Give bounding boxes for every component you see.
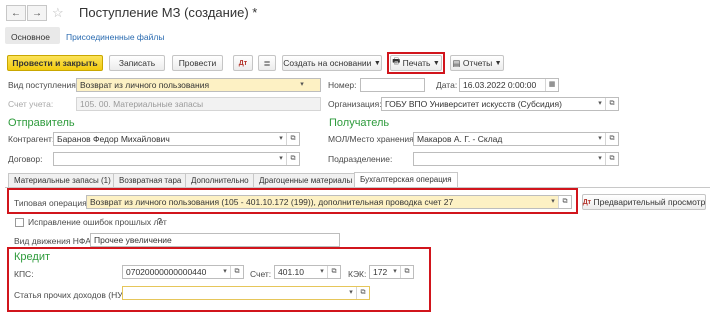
arrow-left-icon: ← bbox=[11, 7, 21, 19]
tab-precious-materials[interactable]: Драгоценные материалы bbox=[253, 173, 359, 187]
dropdown-icon[interactable]: ▾ bbox=[346, 287, 356, 299]
tab-materials[interactable]: Материальные запасы (1) bbox=[8, 173, 117, 187]
nfa-movement-label: Вид движения НФА: bbox=[14, 236, 94, 246]
back-button[interactable]: ← bbox=[6, 5, 26, 21]
number-field[interactable] bbox=[360, 78, 425, 92]
reports-button[interactable]: ▤ Отчеты ▼ bbox=[450, 55, 504, 71]
contract-field[interactable]: ▾ ⧉ bbox=[53, 152, 300, 166]
open-icon[interactable]: ⧉ bbox=[605, 153, 618, 165]
post-button[interactable]: Провести bbox=[172, 55, 223, 71]
open-icon[interactable]: ⧉ bbox=[400, 266, 413, 278]
receiver-section-title: Получатель bbox=[329, 117, 390, 129]
sender-section-title: Отправитель bbox=[8, 117, 75, 129]
fix-errors-label: Исправление ошибок прошлых лет bbox=[28, 217, 167, 227]
credit-account-label: Счет: bbox=[250, 269, 272, 279]
create-based-on-button[interactable]: Создать на основании ▼ bbox=[282, 55, 382, 71]
division-field[interactable]: ▾ ⧉ bbox=[413, 152, 619, 166]
list-icon[interactable]: ≣ bbox=[258, 55, 276, 71]
chevron-down-icon: ▼ bbox=[373, 59, 381, 67]
number-label: Номер: bbox=[328, 80, 357, 90]
date-field[interactable]: 16.03.2022 0:00:00 ▦ bbox=[459, 78, 559, 92]
contract-label: Договор: bbox=[8, 154, 43, 164]
receipt-type-label: Вид поступления: bbox=[8, 80, 79, 90]
kek-label: КЭК: bbox=[348, 269, 367, 279]
arrow-right-icon: → bbox=[32, 7, 42, 19]
star-icon[interactable]: ☆ bbox=[52, 5, 64, 21]
journal-dt-kt-icon[interactable]: Дт bbox=[233, 55, 253, 71]
open-icon[interactable]: ⧉ bbox=[230, 266, 243, 278]
dropdown-icon[interactable]: ▾ bbox=[276, 133, 286, 145]
counterparty-field[interactable]: Баранов Федор Михайлович ▾ ⧉ bbox=[53, 132, 300, 146]
dropdown-icon[interactable]: ▾ bbox=[595, 98, 605, 110]
account-field: 105. 00. Материальные запасы bbox=[76, 97, 321, 111]
tab-additional[interactable]: Дополнительно bbox=[185, 173, 255, 187]
tab-main[interactable]: Основное bbox=[11, 32, 50, 42]
post-and-close-button[interactable]: Провести и закрыть bbox=[7, 55, 103, 71]
page-title: Поступление МЗ (создание) * bbox=[79, 5, 258, 20]
dropdown-icon[interactable]: ▾ bbox=[297, 79, 307, 91]
typical-operation-highlight-box bbox=[7, 188, 578, 214]
tab-returnable-container[interactable]: Возвратная тара bbox=[113, 173, 188, 187]
other-income-label: Статья прочих доходов (НУ): bbox=[14, 290, 128, 300]
nfa-movement-field[interactable]: Прочее увеличение bbox=[90, 233, 340, 247]
chevron-down-icon: ▼ bbox=[494, 59, 502, 67]
open-icon[interactable]: ⧉ bbox=[286, 153, 299, 165]
tab-accounting-operation[interactable]: Бухгалтерская операция bbox=[354, 172, 458, 187]
preview-button[interactable]: Дт Предварительный просмотр bbox=[582, 194, 706, 210]
forward-button[interactable]: → bbox=[27, 5, 47, 21]
kek-field[interactable]: 172 ▾ ⧉ bbox=[369, 265, 414, 279]
mol-label: МОЛ/Место хранения: bbox=[328, 134, 417, 144]
dropdown-icon[interactable]: ▾ bbox=[317, 266, 327, 278]
dropdown-icon[interactable]: ▾ bbox=[390, 266, 400, 278]
tab-attached-files[interactable]: Присоединенные файлы bbox=[66, 32, 164, 42]
date-label: Дата: bbox=[436, 80, 458, 90]
help-icon[interactable]: ? bbox=[157, 216, 162, 226]
organization-label: Организация: bbox=[328, 99, 382, 109]
dropdown-icon[interactable]: ▾ bbox=[595, 133, 605, 145]
dropdown-icon[interactable]: ▾ bbox=[595, 153, 605, 165]
print-highlight-box bbox=[387, 52, 445, 74]
save-button[interactable]: Записать bbox=[109, 55, 165, 71]
open-icon[interactable]: ⧉ bbox=[327, 266, 340, 278]
receipt-type-field[interactable]: Возврат из личного пользования ▾ bbox=[76, 78, 321, 92]
report-icon: ▤ bbox=[452, 57, 461, 68]
calendar-icon[interactable]: ▦ bbox=[545, 79, 558, 91]
counterparty-label: Контрагент: bbox=[8, 134, 55, 144]
mol-field[interactable]: Макаров А. Г. - Склад ▾ ⧉ bbox=[413, 132, 619, 146]
open-icon[interactable]: ⧉ bbox=[356, 287, 369, 299]
account-label: Счет учета: bbox=[8, 99, 54, 109]
open-icon[interactable]: ⧉ bbox=[605, 133, 618, 145]
kps-label: КПС: bbox=[14, 269, 34, 279]
credit-account-field[interactable]: 401.10 ▾ ⧉ bbox=[274, 265, 341, 279]
dt-kt-icon: Дт bbox=[582, 198, 592, 206]
fix-errors-checkbox[interactable] bbox=[15, 218, 24, 227]
open-icon[interactable]: ⧉ bbox=[286, 133, 299, 145]
credit-section-title: Кредит bbox=[14, 251, 51, 263]
dropdown-icon[interactable]: ▾ bbox=[220, 266, 230, 278]
kps-field[interactable]: 07020000000000440 ▾ ⧉ bbox=[122, 265, 244, 279]
division-label: Подразделение: bbox=[328, 154, 393, 164]
other-income-field[interactable]: ▾ ⧉ bbox=[122, 286, 370, 300]
dropdown-icon[interactable]: ▾ bbox=[276, 153, 286, 165]
organization-field[interactable]: ГОБУ ВПО Университет искусств (Субсидия)… bbox=[381, 97, 619, 111]
open-icon[interactable]: ⧉ bbox=[605, 98, 618, 110]
credit-highlight-box bbox=[7, 247, 431, 312]
